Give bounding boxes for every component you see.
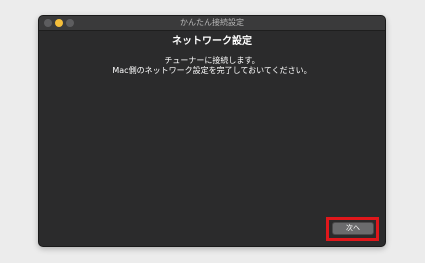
next-button[interactable]: 次へ xyxy=(332,222,374,235)
instruction-line-2: Mac側のネットワーク設定を完了しておいてください。 xyxy=(112,66,312,75)
page-title: ネットワーク設定 xyxy=(172,36,252,47)
window-title: かんたん接続設定 xyxy=(180,18,244,27)
instruction-message: チューナーに接続します。 Mac側のネットワーク設定を完了しておいてください。 xyxy=(39,56,385,76)
title-bar: かんたん接続設定 xyxy=(39,16,385,31)
setup-window: かんたん接続設定 ネットワーク設定 チューナーに接続します。 Mac側のネットワ… xyxy=(38,15,386,247)
instruction-line-1: チューナーに接続します。 xyxy=(164,56,260,65)
